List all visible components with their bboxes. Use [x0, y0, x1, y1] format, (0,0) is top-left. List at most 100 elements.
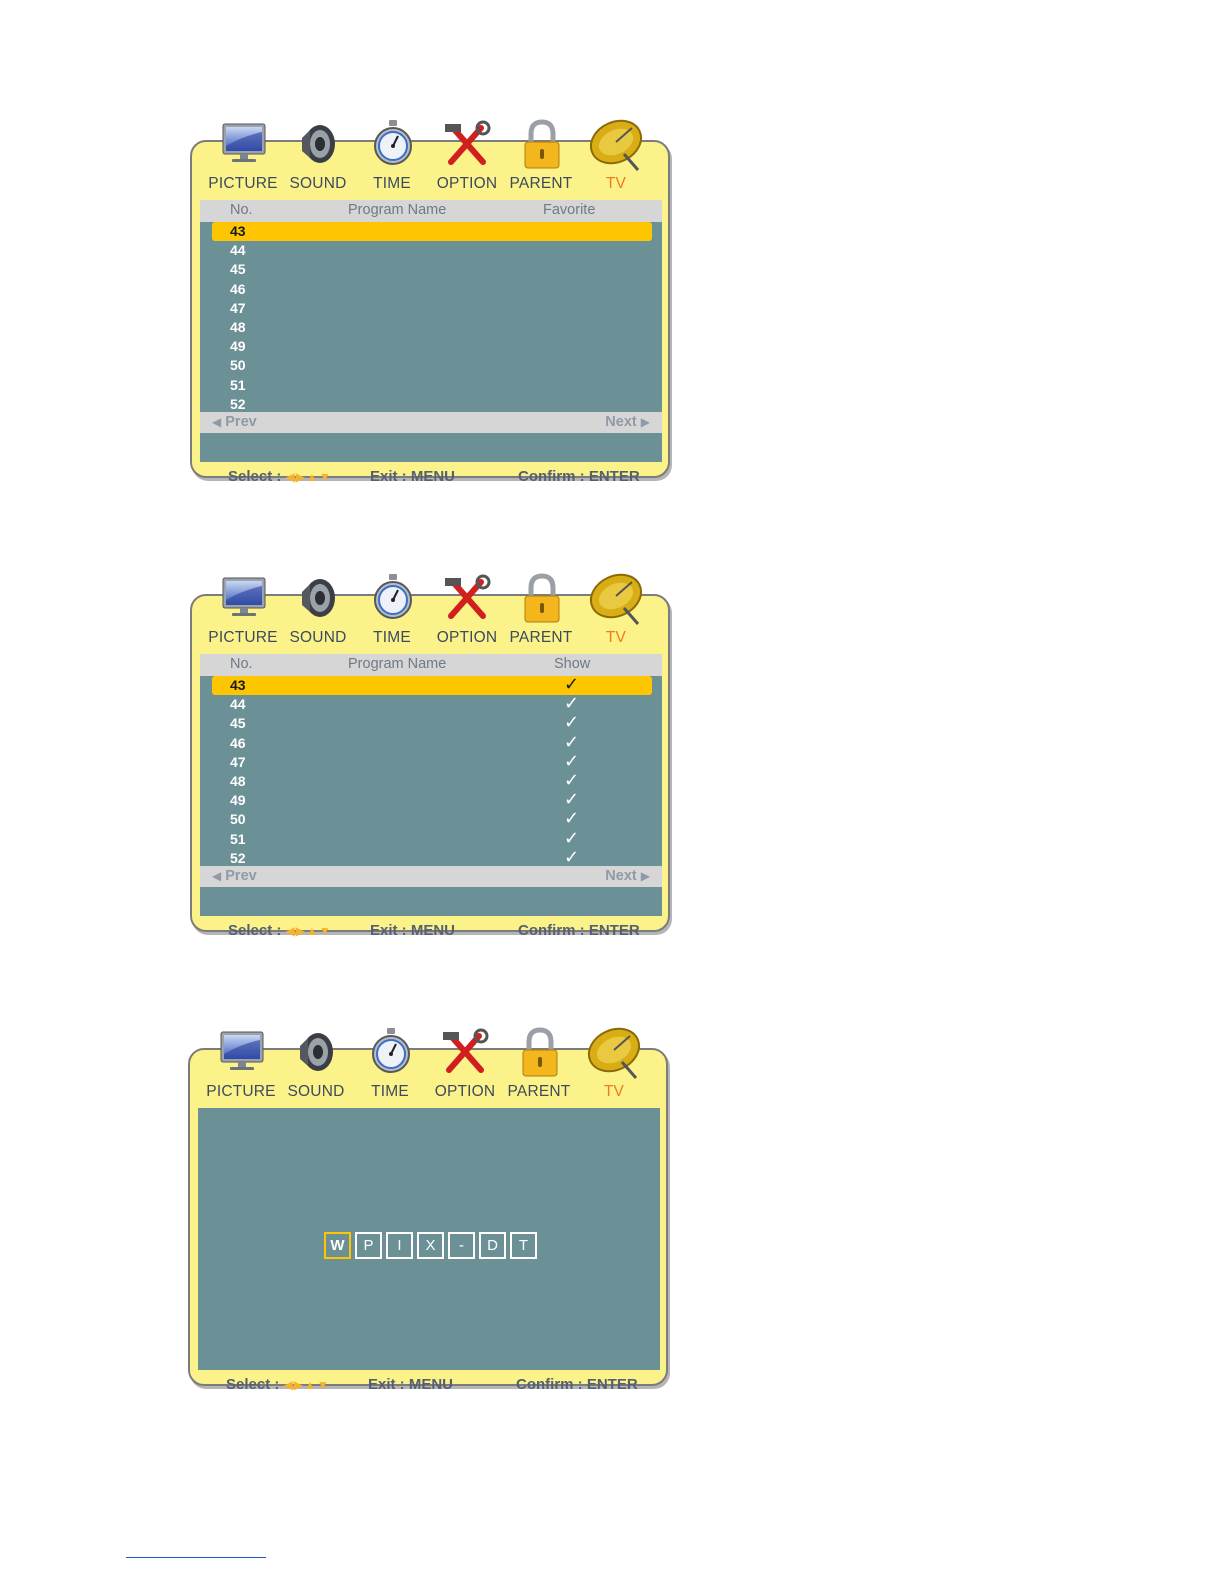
program-row[interactable]: 47 [212, 299, 652, 318]
header-no: No. [230, 202, 253, 218]
program-row[interactable]: 51 [212, 376, 652, 395]
program-row[interactable]: 44 [212, 241, 652, 260]
program-row[interactable]: 48 ✓ [212, 770, 652, 791]
list-header: No. Program Name Favorite [200, 200, 662, 222]
tab-time[interactable]: TIME [353, 175, 431, 193]
name-char-box[interactable]: T [510, 1232, 537, 1259]
footer-hints: Select : ◀▶▲▼ Exit : MENU Confirm : ENTE… [198, 1376, 660, 1396]
program-row[interactable]: 47 ✓ [212, 751, 652, 772]
program-number: 44 [230, 242, 246, 259]
tab-picture[interactable]: PICTURE [204, 175, 282, 193]
next-page-button[interactable]: Next ▶ [605, 414, 650, 430]
program-row[interactable]: 52 [212, 395, 652, 414]
name-char-box[interactable]: X [417, 1232, 444, 1259]
program-row[interactable]: 44 ✓ [212, 693, 652, 714]
program-row[interactable]: 49 [212, 337, 652, 356]
next-label: Next [605, 868, 637, 884]
program-row[interactable]: 46 ✓ [212, 732, 652, 753]
tab-sound[interactable]: SOUND [277, 1083, 355, 1101]
tab-parent[interactable]: PARENT [502, 175, 580, 193]
monitor-icon[interactable] [213, 118, 273, 174]
program-number: 45 [230, 715, 246, 732]
tab-picture[interactable]: PICTURE [202, 1083, 280, 1101]
tab-time[interactable]: TIME [351, 1083, 429, 1101]
program-number: 49 [230, 792, 246, 809]
prev-page-button[interactable]: ◀ Prev [212, 868, 257, 884]
prev-label: Prev [225, 868, 257, 884]
program-row[interactable]: 46 [212, 280, 652, 299]
tab-option[interactable]: OPTION [428, 175, 506, 193]
program-number: 51 [230, 376, 246, 393]
program-row[interactable]: 43 ✓ [212, 674, 652, 695]
program-number: 43 [230, 223, 246, 239]
padlock-icon[interactable] [511, 118, 571, 174]
pager: ◀ Prev Next ▶ [200, 412, 662, 433]
program-row[interactable]: 48 [212, 318, 652, 337]
speaker-icon[interactable] [288, 118, 348, 174]
program-row[interactable]: 50 ✓ [212, 808, 652, 829]
program-row[interactable]: 51 ✓ [212, 828, 652, 849]
program-number: 50 [230, 811, 246, 828]
confirm-hint: Confirm : ENTER [518, 468, 640, 485]
tab-tv[interactable]: TV [577, 629, 655, 647]
tab-tv[interactable]: TV [575, 1083, 653, 1101]
program-row[interactable]: 52 ✓ [212, 847, 652, 868]
padlock-icon[interactable] [509, 1026, 569, 1082]
program-number: 52 [230, 849, 246, 866]
tab-tv[interactable]: TV [577, 175, 655, 193]
monitor-icon[interactable] [211, 1026, 271, 1082]
program-row[interactable]: 50 [212, 356, 652, 375]
osd-show-screen: PICTURE SOUND TIME OPTION PARENT TV No. Progr… [190, 572, 670, 939]
satellite-dish-icon[interactable] [584, 1026, 644, 1082]
show-checkmark-icon[interactable]: ✓ [564, 847, 579, 868]
program-number: 45 [230, 261, 246, 278]
stopwatch-icon[interactable] [362, 572, 422, 628]
tab-parent[interactable]: PARENT [500, 1083, 578, 1101]
name-char-box[interactable]: I [386, 1232, 413, 1259]
next-page-button[interactable]: Next ▶ [605, 868, 650, 884]
program-row[interactable]: 45 [212, 260, 652, 279]
satellite-dish-icon[interactable] [586, 572, 646, 628]
tab-option[interactable]: OPTION [428, 629, 506, 647]
show-checkmark-icon[interactable]: ✓ [564, 732, 579, 753]
tab-option[interactable]: OPTION [426, 1083, 504, 1101]
direction-arrows-icon: ◀▶▲▼ [283, 1378, 330, 1392]
show-checkmark-icon[interactable]: ✓ [564, 751, 579, 772]
stopwatch-icon[interactable] [362, 118, 422, 174]
tab-sound[interactable]: SOUND [279, 629, 357, 647]
show-checkmark-icon[interactable]: ✓ [564, 693, 579, 714]
program-number: 46 [230, 280, 246, 297]
name-char-box[interactable]: D [479, 1232, 506, 1259]
program-row[interactable]: 43 [212, 222, 652, 241]
speaker-icon[interactable] [288, 572, 348, 628]
program-row[interactable]: 49 ✓ [212, 789, 652, 810]
stopwatch-icon[interactable] [360, 1026, 420, 1082]
tab-parent[interactable]: PARENT [502, 629, 580, 647]
tools-icon[interactable] [435, 1026, 495, 1082]
program-number: 48 [230, 773, 246, 789]
tools-icon[interactable] [437, 118, 497, 174]
program-number: 43 [230, 677, 246, 693]
show-checkmark-icon[interactable]: ✓ [564, 808, 579, 829]
show-checkmark-icon[interactable]: ✓ [564, 770, 579, 791]
name-char-box[interactable]: P [355, 1232, 382, 1259]
header-no: No. [230, 656, 253, 672]
name-char-box[interactable]: - [448, 1232, 475, 1259]
show-checkmark-icon[interactable]: ✓ [564, 828, 579, 849]
show-checkmark-icon[interactable]: ✓ [564, 712, 579, 733]
speaker-icon[interactable] [286, 1026, 346, 1082]
header-program-name: Program Name [348, 202, 447, 218]
monitor-icon[interactable] [213, 572, 273, 628]
prev-arrow-icon: ◀ [212, 869, 222, 883]
tools-icon[interactable] [437, 572, 497, 628]
padlock-icon[interactable] [511, 572, 571, 628]
program-row[interactable]: 45 ✓ [212, 712, 652, 733]
show-checkmark-icon[interactable]: ✓ [564, 789, 579, 810]
tab-time[interactable]: TIME [353, 629, 431, 647]
tab-sound[interactable]: SOUND [279, 175, 357, 193]
show-checkmark-icon[interactable]: ✓ [564, 674, 579, 695]
prev-page-button[interactable]: ◀ Prev [212, 414, 257, 430]
tab-picture[interactable]: PICTURE [204, 629, 282, 647]
satellite-dish-icon[interactable] [586, 118, 646, 174]
name-char-box[interactable]: W [324, 1232, 351, 1259]
